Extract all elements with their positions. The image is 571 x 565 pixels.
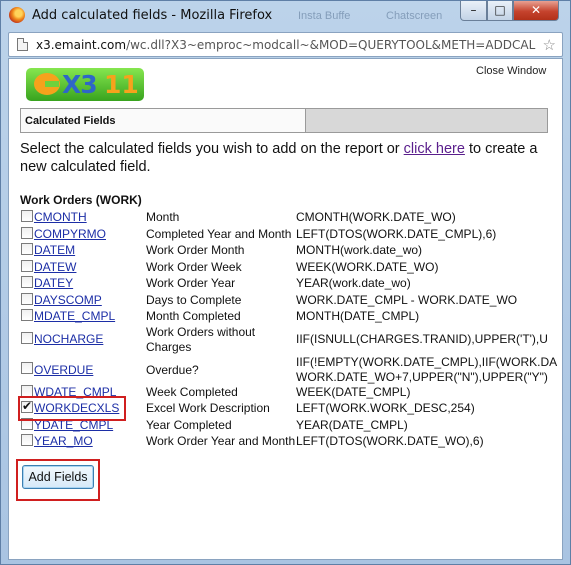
field-description: Completed Year and Month (146, 227, 292, 241)
field-checkbox[interactable] (21, 434, 33, 446)
field-expression: IIF(!EMPTY(WORK.DATE_CMPL),IIF(WORK.DA WO… (296, 355, 568, 385)
field-description: Work Order Month (146, 243, 245, 257)
close-button[interactable]: ✕ (513, 1, 559, 21)
minimize-button[interactable]: – (460, 1, 487, 21)
field-expression: LEFT(DTOS(WORK.DATE_CMPL),6) (296, 227, 497, 241)
field-name-link[interactable]: DATEW (34, 260, 76, 274)
field-checkbox[interactable] (21, 276, 33, 288)
url-host: x3.emaint.com (36, 38, 127, 52)
field-description: Work Orders without Charges (146, 325, 256, 354)
add-fields-button[interactable]: Add Fields (22, 465, 94, 489)
section-title: Work Orders (WORK) (20, 193, 142, 207)
field-name-link[interactable]: COMPYRMO (34, 227, 106, 241)
field-expression: MONTH(DATE_CMPL) (296, 309, 420, 323)
highlight-box (18, 396, 126, 421)
star-icon[interactable]: ☆ (543, 36, 556, 54)
firefox-icon (9, 7, 25, 23)
field-name-link[interactable]: DATEM (34, 243, 75, 257)
field-checkbox[interactable] (21, 293, 33, 305)
field-checkbox[interactable] (21, 362, 33, 374)
field-expression-line: WORK.DATE_WO+7,UPPER("N"),UPPER("Y") (296, 370, 548, 384)
field-description: Month Completed (146, 309, 241, 323)
browser-window: Add calculated fields - Mozilla Firefox … (0, 0, 571, 565)
field-expression: YEAR(work.date_wo) (296, 276, 411, 290)
field-checkbox[interactable] (21, 227, 33, 239)
field-description: Work Order Week (146, 260, 242, 274)
field-expression: WEEK(DATE_CMPL) (296, 385, 411, 399)
field-checkbox[interactable] (21, 260, 33, 272)
url-path: /wc.dll?X3~emproc~modcall~&MOD=QUERYTOOL… (126, 38, 536, 52)
panel-header: Calculated Fields (20, 108, 548, 133)
logo-text: X3 (62, 70, 98, 99)
field-expression: LEFT(DTOS(WORK.DATE_WO),6) (296, 434, 484, 448)
field-name-link[interactable]: DATEY (34, 276, 73, 290)
intro-text: Select the calculated fields you wish to… (20, 141, 404, 157)
field-description: Year Completed (146, 418, 232, 432)
field-name-link[interactable]: OVERDUE (34, 363, 93, 377)
field-description: Days to Complete (146, 293, 242, 307)
field-checkbox[interactable] (21, 243, 33, 255)
click-here-link[interactable]: click here (404, 141, 465, 157)
field-expression: YEAR(DATE_CMPL) (296, 418, 408, 432)
field-description: Excel Work Description (146, 401, 270, 415)
field-expression: CMONTH(WORK.DATE_WO) (296, 210, 456, 224)
maximize-button[interactable]: □ (487, 1, 513, 21)
field-expression: WORK.DATE_CMPL - WORK.DATE_WO (296, 293, 518, 307)
field-description: Week Completed (146, 385, 238, 399)
field-expression: MONTH(work.date_wo) (296, 243, 423, 257)
logo-number: 11 (104, 70, 139, 99)
field-description: Work Order Year and Month (146, 434, 296, 448)
field-expression: WEEK(WORK.DATE_WO) (296, 260, 439, 274)
field-name-link[interactable]: YEAR_MO (34, 434, 93, 448)
field-checkbox[interactable] (21, 309, 33, 321)
field-name-link[interactable]: NOCHARGE (34, 332, 103, 346)
background-tab: Chatscreen (386, 10, 443, 22)
url-bar[interactable]: x3.emaint.com/wc.dll?X3~emproc~modcall~&… (8, 32, 563, 57)
field-name-link[interactable]: MDATE_CMPL (34, 309, 115, 323)
field-expression: LEFT(WORK.WORK_DESC,254) (296, 401, 475, 415)
title-bar[interactable]: Add calculated fields - Mozilla Firefox … (1, 1, 570, 30)
page-content: X3 11 Close Window Calculated Fields Sel… (8, 58, 563, 560)
url-text[interactable]: x3.emaint.com/wc.dll?X3~emproc~modcall~&… (36, 38, 536, 52)
field-checkbox[interactable] (21, 332, 33, 344)
close-window-link[interactable]: Close Window (476, 65, 546, 77)
wrench-logo-icon (34, 73, 60, 95)
field-expression: IIF(ISNULL(CHARGES.TRANID),UPPER('T'),U (296, 332, 548, 346)
instructions: Select the calculated fields you wish to… (20, 140, 550, 176)
field-name-link[interactable]: CMONTH (34, 210, 87, 224)
field-description: Work Order Year (146, 276, 236, 290)
page-icon (17, 38, 28, 51)
window-title: Add calculated fields - Mozilla Firefox (32, 8, 273, 23)
x3-logo: X3 11 (26, 68, 144, 101)
field-description: Month (146, 210, 180, 224)
background-tab: Insta Buffe (298, 10, 351, 22)
field-name-link[interactable]: DAYSCOMP (34, 293, 102, 307)
tab-calculated-fields[interactable]: Calculated Fields (21, 109, 306, 132)
field-checkbox[interactable] (21, 210, 33, 222)
field-description: Overdue? (146, 363, 199, 377)
field-expression-line: IIF(!EMPTY(WORK.DATE_CMPL),IIF(WORK.DA (296, 355, 558, 369)
